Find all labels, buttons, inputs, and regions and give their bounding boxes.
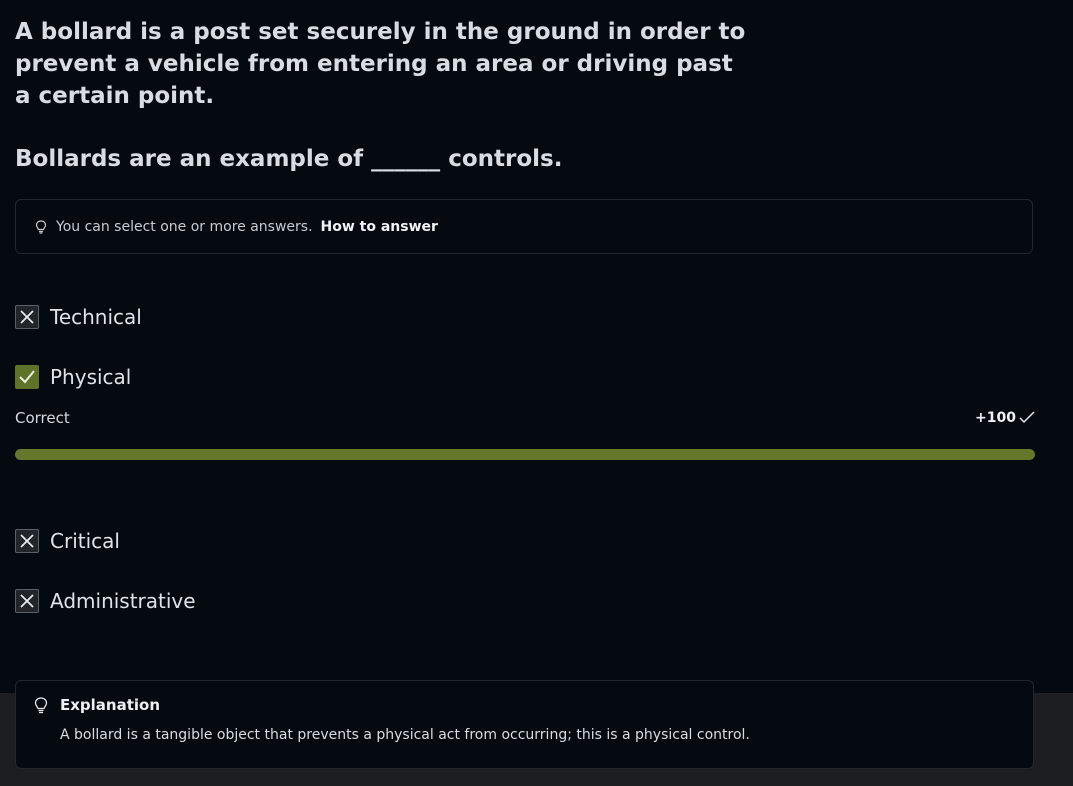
question-prompt: Bollards are an example of ______ contro… (15, 146, 563, 172)
lightbulb-icon (34, 696, 48, 713)
option-label: Critical (50, 529, 120, 553)
explanation-title: Explanation (60, 696, 161, 714)
result-row: Correct +100 (15, 409, 1035, 427)
explanation-body: A bollard is a tangible object that prev… (60, 727, 750, 743)
option-label: Physical (50, 365, 132, 389)
option-label: Administrative (50, 589, 196, 613)
points-badge: +100 (975, 410, 1035, 426)
option-technical[interactable]: Technical (15, 305, 142, 329)
option-label: Technical (50, 305, 142, 329)
x-icon (15, 305, 39, 329)
points-value: +100 (975, 410, 1016, 426)
progress-bar (15, 449, 1035, 460)
explanation-panel: Explanation A bollard is a tangible obje… (15, 680, 1034, 769)
option-administrative[interactable]: Administrative (15, 589, 196, 613)
option-critical[interactable]: Critical (15, 529, 120, 553)
x-icon (15, 589, 39, 613)
explanation-header: Explanation (34, 696, 160, 714)
hint-text: You can select one or more answers. (56, 218, 313, 235)
hint-box: You can select one or more answers. How … (15, 199, 1033, 254)
lightbulb-icon (35, 219, 47, 234)
quiz-page: A bollard is a post set securely in the … (0, 0, 1073, 786)
checkmark-icon (1019, 411, 1035, 424)
check-icon (15, 365, 39, 389)
how-to-answer-link[interactable]: How to answer (321, 219, 438, 235)
question-text: A bollard is a post set securely in the … (15, 19, 746, 109)
x-icon (15, 529, 39, 553)
result-label: Correct (15, 409, 70, 427)
option-physical[interactable]: Physical (15, 365, 131, 389)
